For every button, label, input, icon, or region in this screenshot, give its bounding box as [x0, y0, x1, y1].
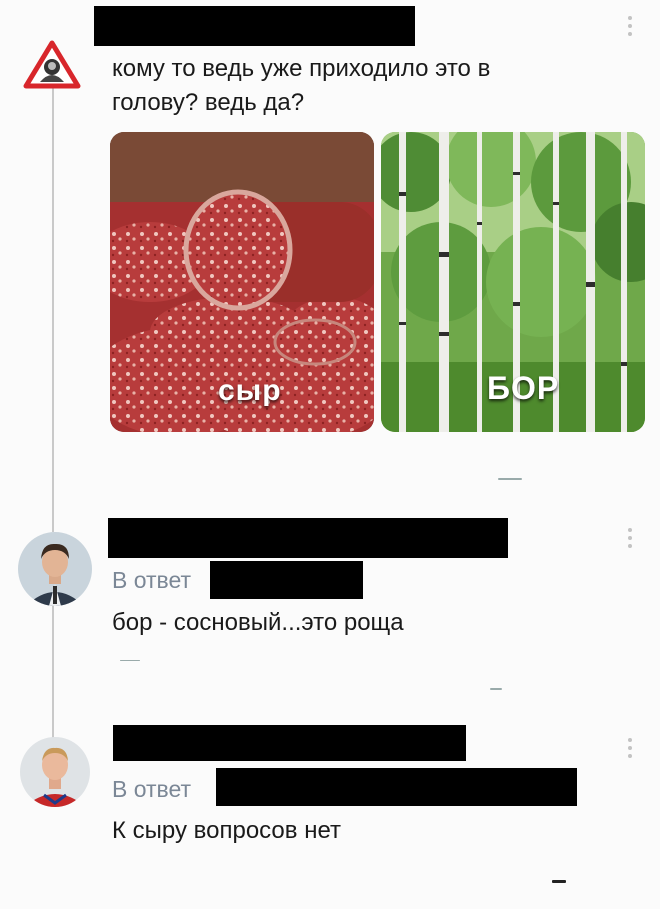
author-name-redacted: [108, 518, 508, 558]
reply-to-name-redacted[interactable]: [216, 768, 577, 806]
divider-speck: [552, 880, 566, 883]
more-options-icon[interactable]: [627, 528, 633, 548]
author-name-redacted: [94, 6, 415, 46]
thread-line: [52, 604, 54, 744]
author-name-redacted: [113, 725, 466, 761]
forest-caption: БОР: [487, 370, 560, 406]
avatar[interactable]: [18, 532, 92, 606]
reply-to-label[interactable]: В ответ: [112, 567, 191, 594]
post-text-line-2: голову? ведь да?: [112, 89, 305, 116]
salami-image[interactable]: сыр: [110, 132, 374, 432]
birch-forest-image[interactable]: БОР: [381, 132, 645, 432]
divider-speck: [120, 660, 140, 661]
comment-text: К сыру вопросов нет: [112, 817, 341, 844]
divider-speck: [498, 478, 522, 480]
post-text-line-1: кому то ведь уже приходило это в: [112, 55, 491, 82]
more-options-icon[interactable]: [627, 16, 633, 36]
comment-text: бор - сосновый...это роща: [112, 609, 404, 636]
more-options-icon[interactable]: [627, 738, 633, 758]
thread-line: [52, 84, 54, 532]
avatar[interactable]: [23, 40, 81, 90]
avatar[interactable]: [20, 737, 90, 807]
reply-to-label[interactable]: В ответ: [112, 776, 191, 803]
salami-caption: сыр: [218, 374, 282, 407]
reply-to-name-redacted[interactable]: [210, 561, 363, 599]
divider-speck: [490, 688, 502, 690]
